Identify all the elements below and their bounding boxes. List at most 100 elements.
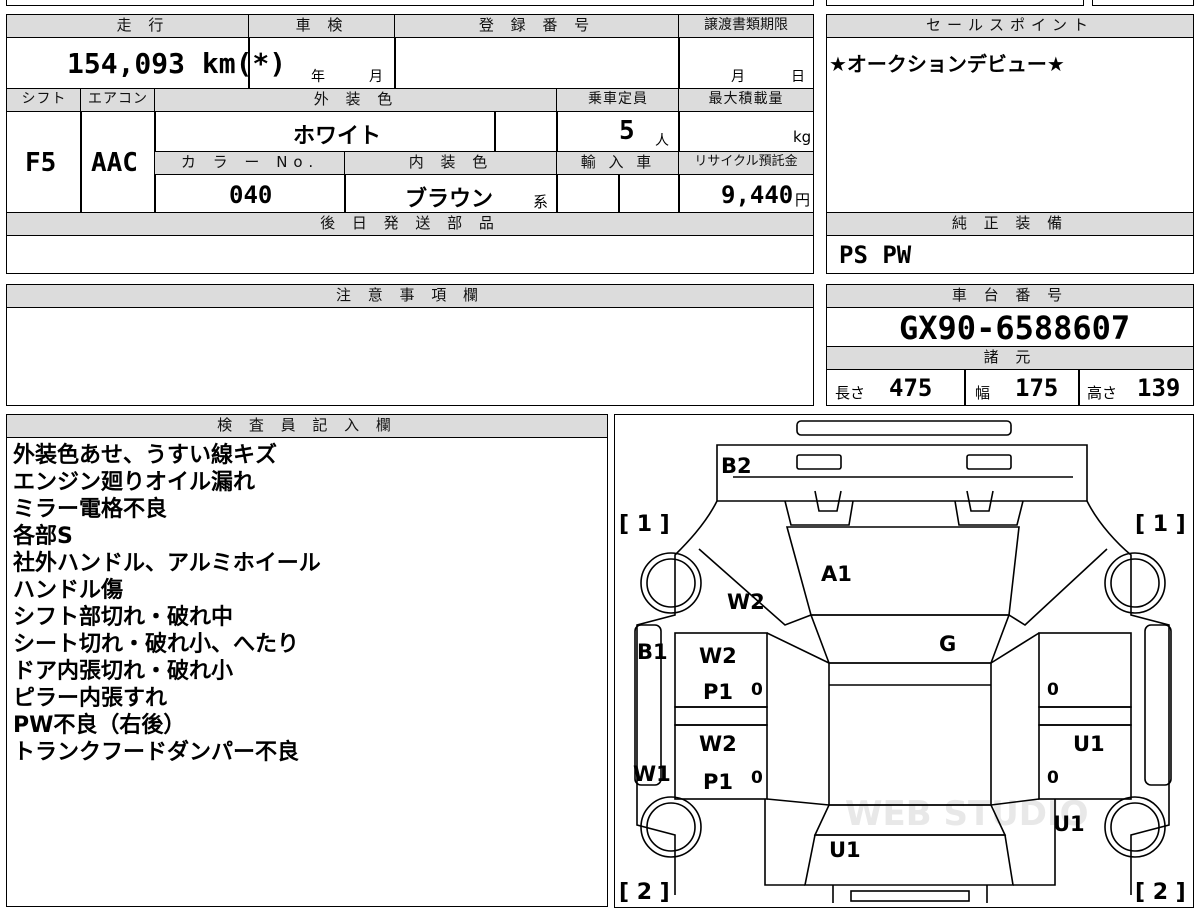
mark-w1: W1: [633, 762, 671, 786]
damage-diagram: WEB STUDIO [1] [1] [2] [2] B2 A1…: [614, 414, 1194, 908]
mark-u1-trunk: U1: [829, 838, 861, 862]
interior-suffix: 系: [533, 193, 549, 211]
registration-header: 登 録 番 号: [394, 14, 680, 38]
note-line: エンジン廻りオイル漏れ: [13, 470, 256, 495]
wheel-right-front-outer: [1104, 552, 1166, 614]
note-line: ハンドル傷: [13, 578, 124, 603]
mark-zero-right-rear: 0: [1047, 768, 1059, 788]
wheel-left-front-outer: [640, 552, 702, 614]
windshield: [809, 614, 1011, 664]
color-no-value: 040: [229, 181, 273, 209]
capacity-cell: 5 人: [556, 111, 680, 152]
maxload-cell: kg: [678, 111, 814, 152]
recycle-cell: 9,440 円: [678, 174, 814, 213]
later-parts-cell: [6, 235, 814, 274]
mileage-cell: 154,093 km(*): [6, 37, 286, 89]
mark-w2-front-door: W2: [699, 644, 737, 668]
mileage-header: 走 行: [6, 14, 280, 38]
maxload-header: 最大積載量: [678, 88, 814, 112]
corner-rear-left: [ 2 ]: [619, 880, 670, 905]
note-line: 各部S: [13, 524, 73, 549]
recycle-unit: 円: [795, 191, 811, 209]
left-door-sill: [674, 706, 768, 726]
exterior-cell: ホワイト: [154, 111, 496, 152]
mark-p1-front-door: P1: [703, 680, 733, 704]
note-line: 外装色あせ、うすい線キズ: [13, 443, 278, 468]
mark-a1: A1: [821, 562, 852, 586]
front-bumper-body: [716, 444, 1088, 502]
mark-zero-right-front: 0: [1047, 680, 1059, 700]
inspection-header: 車 検: [248, 14, 396, 38]
inspector-header: 検 査 員 記 入 欄: [6, 414, 608, 438]
import-cell-b: [618, 174, 680, 213]
mark-b2: B2: [721, 454, 752, 478]
registration-cell: [394, 37, 680, 89]
note-line: シフト部切れ・破れ中: [13, 605, 234, 630]
chassis-cell: GX90-6588607: [826, 307, 1194, 347]
wheel-right-front-inner: [1110, 558, 1160, 608]
caution-header: 注 意 事 項 欄: [6, 284, 814, 308]
chassis-number: GX90-6588607: [899, 309, 1131, 347]
equipment-text: PS PW: [839, 241, 912, 269]
equipment-header: 純 正 装 備: [826, 212, 1194, 236]
inspection-cell: 年 月: [248, 37, 396, 89]
ac-value: AAC: [91, 148, 138, 178]
car-diagram-svg: WEB STUDIO [1] [1] [2] [2] B2 A1…: [619, 420, 1186, 905]
note-line: ドア内張切れ・破れ小: [13, 659, 234, 684]
corner-rear-right: [ 2 ]: [1135, 880, 1186, 905]
height-value: 139: [1137, 374, 1181, 402]
width-value: 175: [1015, 374, 1059, 402]
sales-point-header: セールスポイント: [826, 14, 1194, 38]
inspection-month-unit: 月: [369, 69, 383, 85]
mark-w2-fender: W2: [727, 590, 765, 614]
headlight-left: [796, 454, 842, 470]
right-door-sill: [1038, 706, 1132, 726]
color-no-cell: 040: [154, 174, 346, 213]
capacity-header: 乗車定員: [556, 88, 680, 112]
note-line: ミラー電格不良: [13, 497, 168, 522]
maxload-unit: kg: [793, 128, 812, 146]
mark-zero-left-front: 0: [751, 680, 763, 700]
left-pillar-lines: [766, 632, 830, 806]
mark-u1-right-quarter: U1: [1053, 812, 1085, 836]
recycle-header: リサイクル預託金: [678, 151, 814, 175]
wheel-right-rear-outer: [1104, 796, 1166, 858]
headlight-right: [966, 454, 1012, 470]
sales-point-text: ★オークションデビュー★: [829, 52, 1065, 76]
interior-cell: ブラウン 系: [344, 174, 558, 213]
wheel-left-rear-outer: [640, 796, 702, 858]
mark-u1-right-rear: U1: [1073, 732, 1105, 756]
shift-cell: F5: [6, 111, 82, 213]
right-top-strip-2: [1092, 0, 1194, 6]
shift-value: F5: [25, 148, 57, 178]
recycle-value: 9,440: [721, 181, 794, 209]
right-front-fender-line: [1008, 548, 1108, 627]
mark-b1: B1: [637, 640, 668, 664]
height-label: 高さ: [1087, 384, 1118, 402]
width-label: 幅: [975, 384, 991, 402]
transfer-cell: 月 日: [678, 37, 814, 89]
length-cell: 長さ 475: [826, 369, 966, 406]
exterior-extra-cell: [494, 111, 558, 152]
note-line: トランクフードダンパー不良: [13, 740, 300, 765]
corner-front-right: [ 1 ]: [1135, 512, 1186, 537]
exterior-value: ホワイト: [293, 124, 382, 149]
watermark-text: WEB STUDIO: [845, 794, 1089, 834]
width-cell: 幅 175: [964, 369, 1080, 406]
exterior-header: 外 装 色: [154, 88, 558, 112]
transfer-month-unit: 月: [731, 69, 745, 85]
sales-point-cell: ★オークションデビュー★: [826, 37, 1194, 213]
inspection-year-unit: 年: [311, 69, 325, 85]
top-strip: [6, 0, 814, 6]
mark-p1-rear-door: P1: [703, 770, 733, 794]
note-line: PW不良（右後）: [13, 713, 186, 738]
note-line: 社外ハンドル、アルミホイール: [13, 551, 321, 576]
right-top-strip: [826, 0, 1084, 6]
corner-front-left: [ 1 ]: [619, 512, 670, 537]
caution-cell: [6, 307, 814, 406]
spec-header: 諸 元: [826, 346, 1194, 370]
interior-value: ブラウン: [405, 187, 494, 212]
transfer-day-unit: 日: [791, 69, 805, 85]
import-header: 輸 入 車: [556, 151, 680, 175]
color-no-header: カ ラ ー No.: [154, 151, 346, 175]
